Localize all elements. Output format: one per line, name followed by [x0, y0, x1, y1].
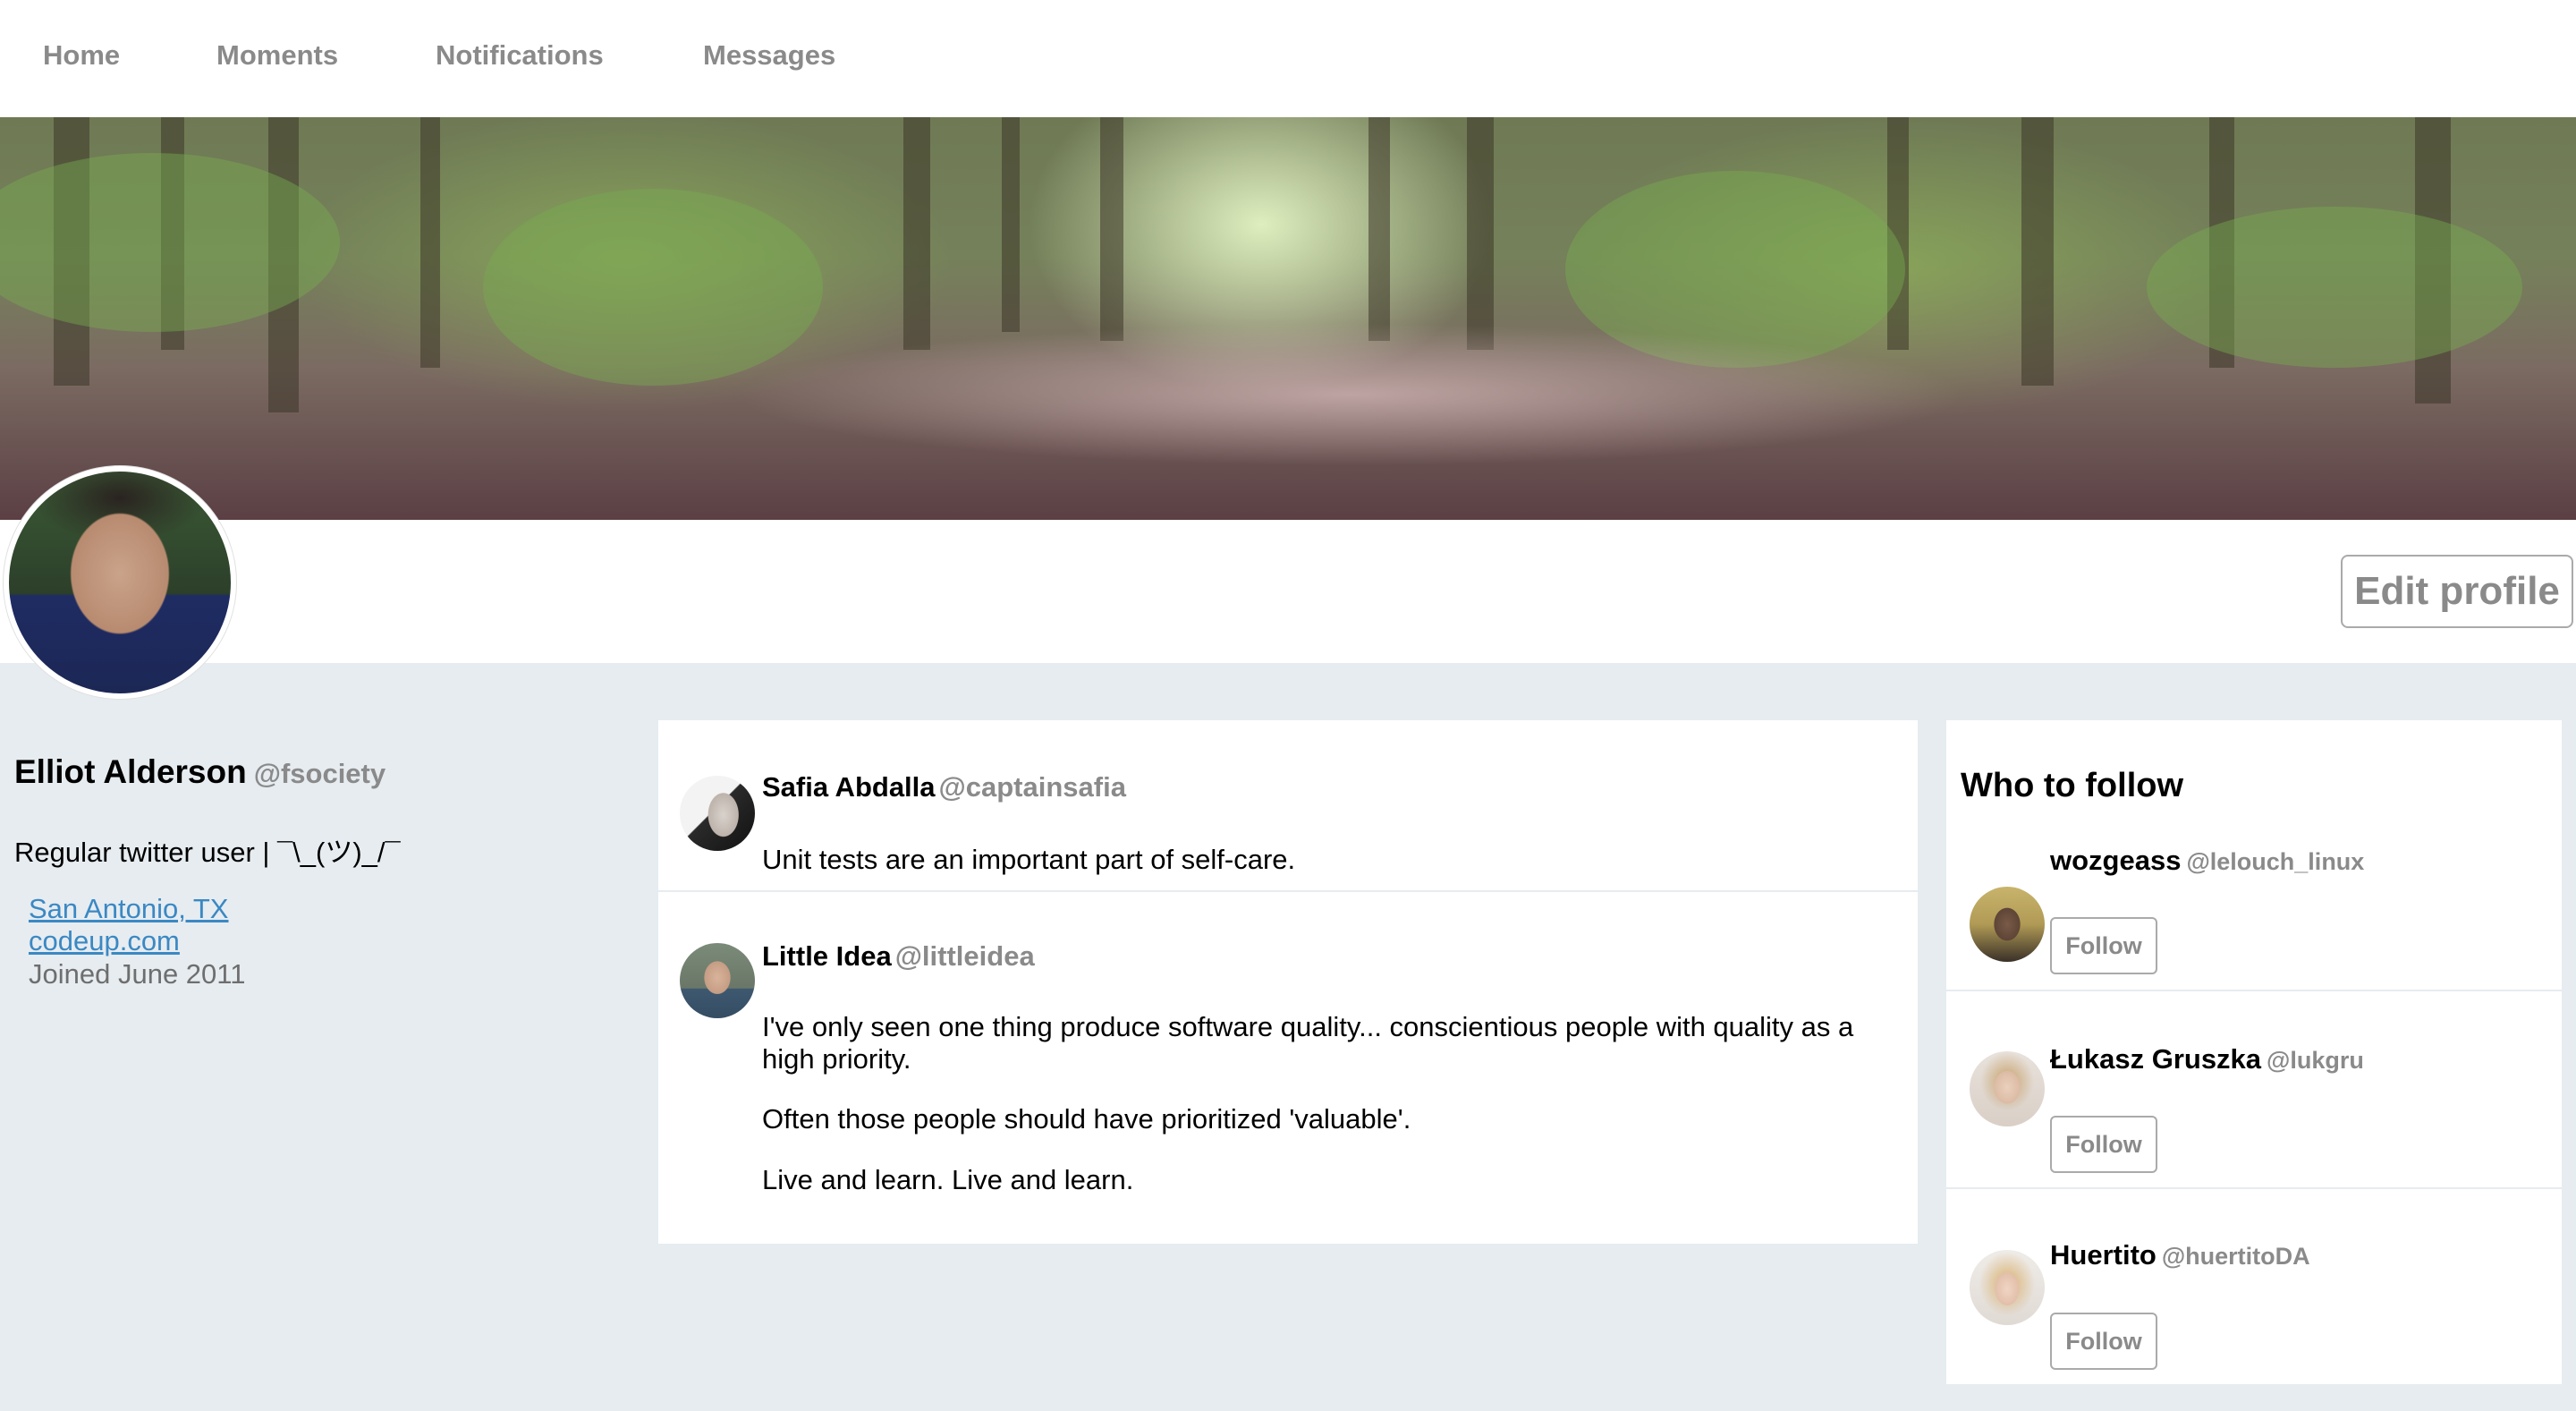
- tweet-text: Unit tests are an important part of self…: [762, 844, 1296, 875]
- tweet-timeline: Safia Abdalla @captainsafia Unit tests ar…: [658, 720, 1918, 1244]
- profile-location-link[interactable]: San Antonio, TX: [29, 893, 228, 925]
- follow-user-avatar[interactable]: [1970, 1250, 2045, 1325]
- follow-user-name[interactable]: Huertito: [2050, 1239, 2157, 1271]
- tweet-author-handle[interactable]: @littleidea: [895, 940, 1035, 972]
- tweet-author-avatar[interactable]: [680, 776, 755, 851]
- follow-divider: [1946, 1187, 2562, 1189]
- follow-user-handle[interactable]: @lukgru: [2267, 1047, 2364, 1074]
- follow-user-line: Łukasz Gruszka @lukgru: [2050, 1043, 2364, 1075]
- profile-name-line: Elliot Alderson @fsociety: [14, 753, 386, 791]
- tweet-author-line: Safia Abdalla @captainsafia: [762, 771, 1126, 803]
- follow-user-name[interactable]: Łukasz Gruszka: [2050, 1043, 2261, 1075]
- tweet-author-avatar[interactable]: [680, 943, 755, 1018]
- profile-avatar[interactable]: [4, 466, 236, 699]
- nav-home[interactable]: Home: [43, 39, 120, 72]
- profile-website-link[interactable]: codeup.com: [29, 925, 180, 957]
- follow-button[interactable]: Follow: [2050, 1116, 2157, 1173]
- tweet-text: I've only seen one thing produce softwar…: [762, 1011, 1854, 1075]
- follow-user-handle[interactable]: @lelouch_linux: [2186, 848, 2364, 875]
- nav-messages[interactable]: Messages: [703, 39, 835, 72]
- follow-user-avatar[interactable]: [1970, 1051, 2045, 1126]
- profile-header-strip: [0, 520, 2576, 663]
- profile-banner-image: [0, 117, 2576, 520]
- follow-button[interactable]: Follow: [2050, 917, 2157, 974]
- follow-button[interactable]: Follow: [2050, 1313, 2157, 1370]
- follow-divider: [1946, 990, 2562, 991]
- profile-bio: Regular twitter user | ¯\_(ツ)_/¯: [14, 837, 401, 868]
- who-to-follow-title: Who to follow: [1961, 767, 2184, 804]
- nav-moments[interactable]: Moments: [216, 39, 338, 72]
- follow-user-name[interactable]: wozgeass: [2050, 845, 2181, 876]
- edit-profile-button[interactable]: Edit profile: [2341, 555, 2573, 628]
- follow-user-line: wozgeass @lelouch_linux: [2050, 845, 2364, 877]
- follow-user-avatar[interactable]: [1970, 887, 2045, 962]
- profile-name: Elliot Alderson: [14, 753, 247, 790]
- tweet-author-name[interactable]: Safia Abdalla: [762, 771, 936, 803]
- profile-avatar-image: [9, 472, 231, 693]
- follow-user-handle[interactable]: @huertitoDA: [2162, 1243, 2310, 1270]
- tweet-author-handle[interactable]: @captainsafia: [939, 771, 1126, 803]
- tweet-divider: [658, 890, 1918, 892]
- tweet-author-name[interactable]: Little Idea: [762, 940, 892, 972]
- follow-user-line: Huertito @huertitoDA: [2050, 1239, 2310, 1271]
- nav-notifications[interactable]: Notifications: [436, 39, 604, 72]
- tweet-author-line: Little Idea @littleidea: [762, 940, 1035, 973]
- profile-joined-date: Joined June 2011: [29, 958, 246, 990]
- tweet-text: Live and learn. Live and learn.: [762, 1164, 1134, 1195]
- top-nav: Home Moments Notifications Messages: [0, 0, 2576, 117]
- tweet-text: Often those people should have prioritiz…: [762, 1103, 1411, 1135]
- who-to-follow-panel: Who to follow wozgeass @lelouch_linux Fol…: [1946, 720, 2562, 1384]
- profile-handle: @fsociety: [253, 758, 386, 789]
